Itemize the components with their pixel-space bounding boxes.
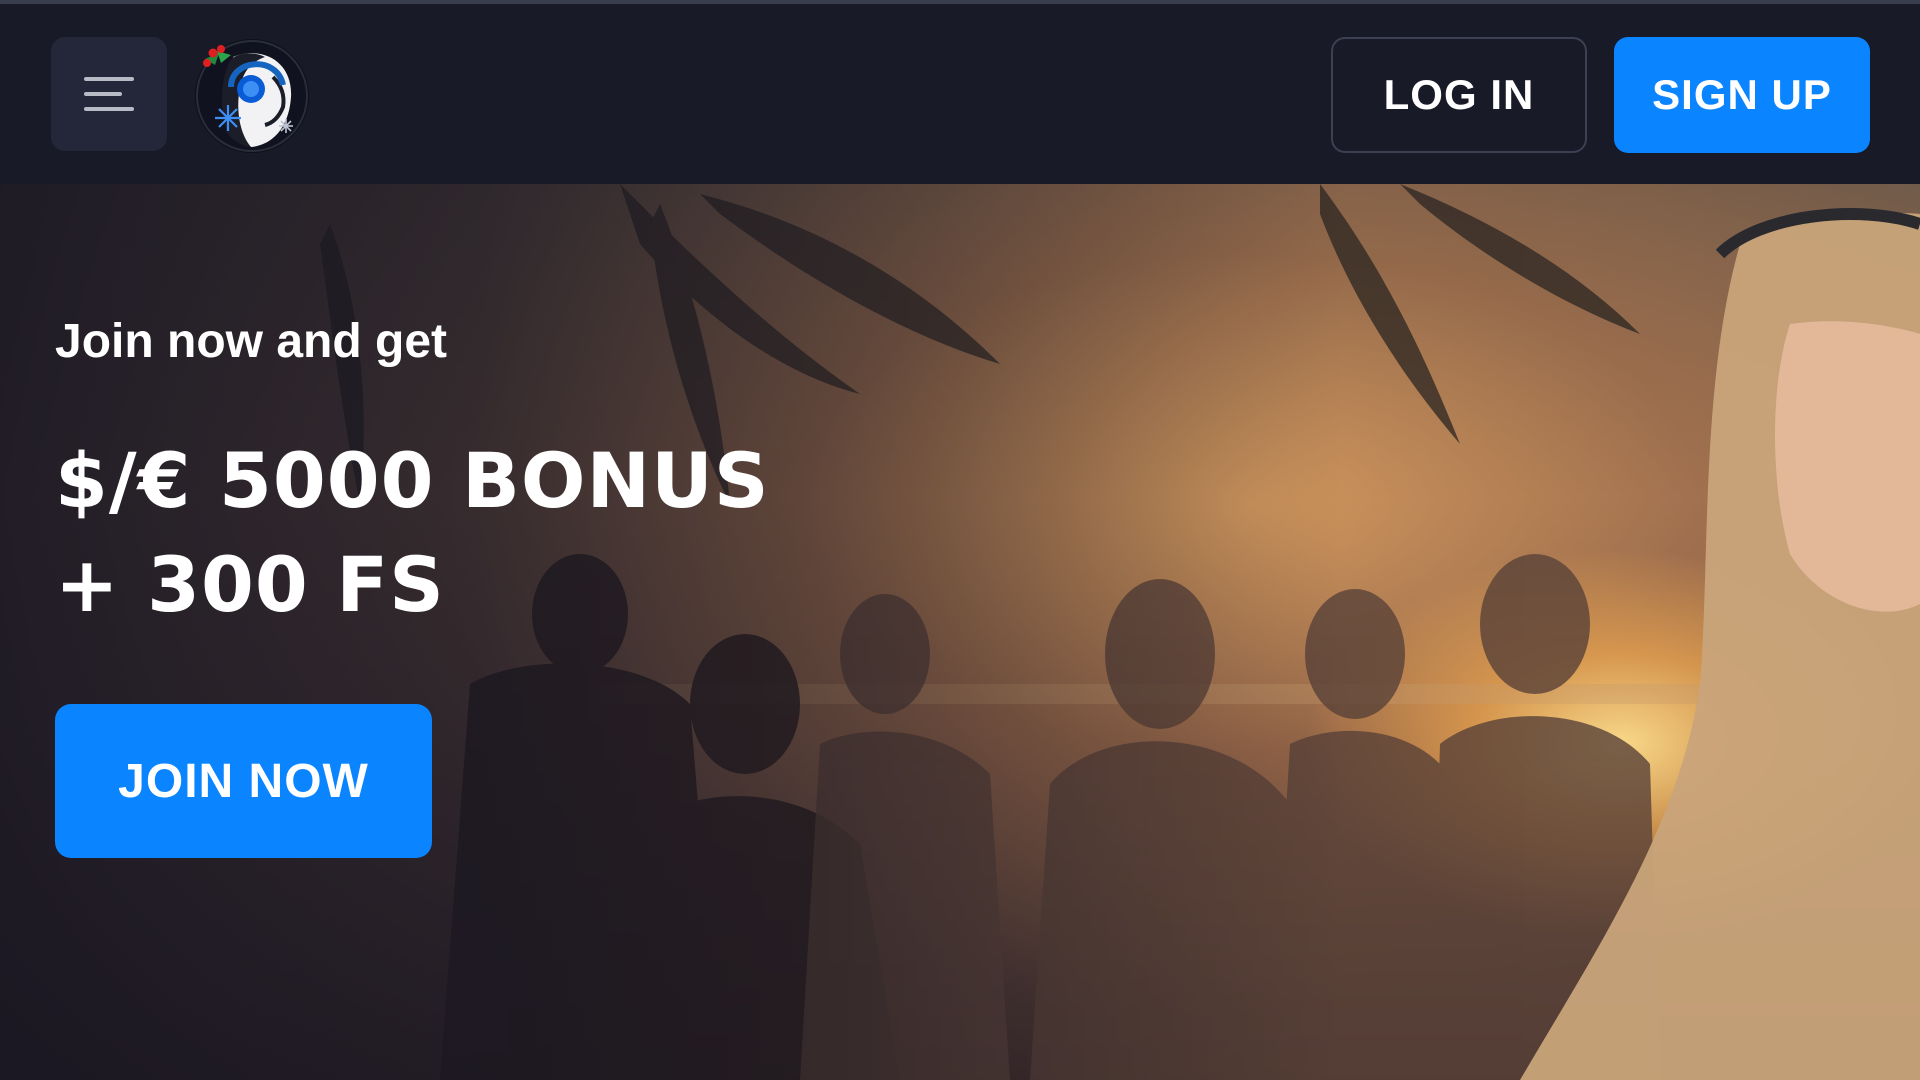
hamburger-menu-icon [84, 77, 134, 81]
join-now-button[interactable]: JOIN NOW [55, 704, 432, 858]
hero-title: $/€ 5000 BONUS + 300 FS [55, 429, 955, 637]
hero-title-line1: $/€ 5000 BONUS [55, 436, 770, 525]
login-button[interactable]: LOG IN [1331, 37, 1587, 153]
menu-button[interactable] [51, 37, 167, 151]
site-header: LOG IN SIGN UP [0, 4, 1920, 184]
site-logo[interactable] [193, 37, 311, 155]
hero-subtitle: Join now and get [55, 315, 447, 368]
signup-button[interactable]: SIGN UP [1614, 37, 1870, 153]
hero-banner: Join now and get $/€ 5000 BONUS + 300 FS… [0, 184, 1920, 1080]
hero-title-line2: + 300 FS [55, 540, 445, 629]
